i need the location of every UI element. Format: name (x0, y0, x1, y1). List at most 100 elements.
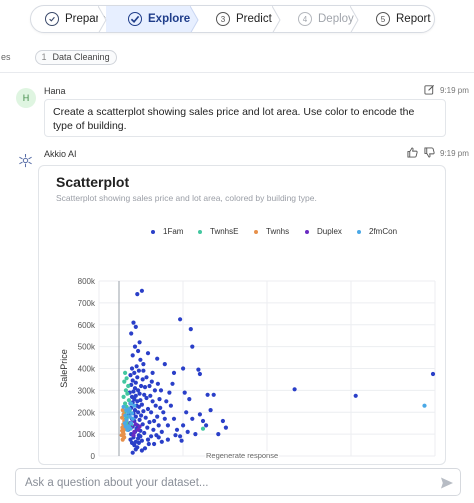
data-point-twnhse (121, 394, 126, 399)
data-point-1fam (128, 373, 133, 378)
step-deploy: 4 Deploy (280, 6, 359, 32)
chevron-separator-icon (350, 6, 359, 32)
data-point-1fam (129, 366, 135, 371)
regenerate-response-button[interactable]: Regenerate response (205, 451, 280, 460)
data-point-1fam (190, 416, 195, 421)
data-point-1fam (430, 371, 436, 377)
data-point-1fam (139, 448, 144, 453)
data-point-2fmcon (121, 404, 126, 409)
data-point-1fam (148, 393, 153, 398)
data-point-1fam (182, 390, 187, 395)
message-author: Hana (44, 86, 66, 96)
data-point-1fam (159, 439, 164, 444)
breadcrumb-chip-data-cleaning[interactable]: 1 Data Cleaning (34, 49, 117, 65)
data-point-1fam (137, 391, 142, 396)
data-point-1fam (204, 423, 209, 428)
step-label: Deploy (318, 13, 354, 25)
data-point-1fam (153, 403, 158, 408)
data-point-1fam (133, 380, 138, 385)
data-point-1fam (156, 423, 161, 428)
data-point-2fmcon (130, 416, 135, 421)
question-input[interactable] (25, 474, 425, 492)
step-prepare[interactable]: Prepare (31, 6, 107, 32)
data-point-1fam (135, 375, 140, 380)
thumbs-up-icon[interactable] (407, 147, 418, 158)
data-point-twnhse (123, 370, 128, 375)
data-point-1fam (156, 435, 161, 440)
data-point-1fam (353, 393, 358, 398)
data-point-1fam (130, 450, 135, 455)
step-predict[interactable]: 3 Predict (198, 6, 281, 32)
data-point-1fam (131, 389, 136, 394)
step-label: Explore (148, 13, 191, 25)
check-icon (45, 12, 59, 26)
data-point-1fam (197, 412, 202, 417)
data-point-2fmcon (127, 406, 132, 412)
data-point-1fam (197, 371, 202, 377)
data-point-1fam (152, 441, 157, 447)
data-point-1fam (184, 410, 189, 415)
chart-card: Scatterplot Scatterplot showing sales pr… (38, 165, 446, 465)
data-point-1fam (136, 404, 141, 409)
send-icon[interactable] (440, 476, 454, 490)
user-message-text: Create a scatterplot showing sales price… (44, 99, 446, 137)
step-explore[interactable]: Explore (106, 6, 206, 32)
y-tick-label: 500k (78, 343, 96, 352)
data-point-1fam (185, 429, 190, 434)
data-point-1fam (165, 437, 170, 442)
data-point-1fam (205, 392, 210, 397)
data-point-1fam (152, 388, 157, 393)
step-number: 4 (298, 12, 312, 26)
data-point-twnhs (120, 437, 125, 442)
data-point-1fam (190, 344, 195, 349)
step-label: Predict (236, 13, 272, 25)
data-point-1fam (143, 415, 148, 420)
data-point-1fam (171, 416, 177, 421)
data-point-1fam (144, 395, 149, 401)
data-point-1fam (208, 408, 213, 413)
data-point-1fam (136, 348, 141, 354)
data-point-1fam (135, 445, 140, 450)
data-point-duplex (131, 433, 136, 438)
data-point-twnhse (125, 391, 130, 396)
data-point-1fam (216, 432, 221, 437)
message-time: 9:19 pm (440, 86, 469, 95)
data-point-1fam (220, 418, 225, 424)
step-report[interactable]: 5 Report (358, 6, 434, 32)
chevron-separator-icon (190, 6, 206, 32)
data-point-1fam (129, 331, 134, 336)
data-point-1fam (150, 370, 155, 375)
data-point-1fam (145, 406, 151, 412)
data-point-1fam (145, 437, 151, 442)
data-point-1fam (178, 317, 183, 322)
data-point-1fam (147, 420, 152, 425)
message-time: 9:19 pm (440, 149, 469, 158)
breadcrumb: es 1 Data Cleaning (0, 46, 474, 68)
data-point-2fmcon (123, 424, 128, 429)
edit-icon[interactable] (424, 84, 435, 95)
data-point-1fam (173, 433, 178, 438)
data-point-2fmcon (123, 413, 128, 418)
data-point-1fam (136, 440, 141, 445)
data-point-1fam (139, 383, 144, 389)
data-point-2fmcon (128, 401, 133, 406)
data-point-1fam (161, 410, 166, 415)
data-point-1fam (146, 441, 151, 447)
data-point-1fam (130, 353, 135, 358)
data-point-1fam (145, 425, 150, 430)
y-tick-label: 600k (78, 321, 96, 330)
data-point-1fam (174, 427, 180, 432)
data-point-1fam (155, 381, 160, 386)
breadcrumb-truncated-item[interactable]: es (1, 52, 11, 62)
data-point-1fam (155, 414, 160, 419)
data-point-1fam (132, 344, 138, 349)
data-point-1fam (136, 368, 141, 373)
data-point-twnhs (120, 428, 125, 433)
data-point-1fam (139, 288, 144, 293)
data-point-1fam (131, 320, 136, 325)
thumbs-down-icon[interactable] (424, 147, 435, 158)
data-point-1fam (141, 409, 146, 414)
scatter-plot: 0 100k 200k 300k 400k 500k 600k 700k 800k SalePri… (59, 277, 436, 461)
avatar: H (16, 88, 36, 108)
y-tick-label: 0 (91, 452, 96, 461)
